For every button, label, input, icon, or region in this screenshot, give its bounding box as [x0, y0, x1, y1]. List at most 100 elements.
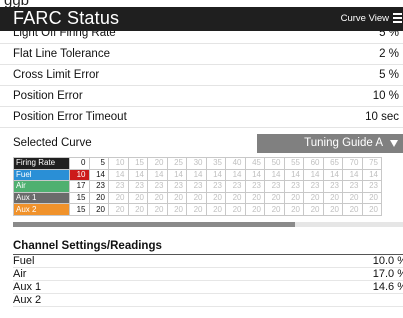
setting-label: Light Off Firing Rate: [13, 31, 116, 39]
setting-value: 5 %: [379, 69, 399, 81]
grid-cell[interactable]: 15: [69, 191, 90, 205]
grid-cell[interactable]: 20: [205, 203, 226, 216]
grid-cell[interactable]: 20: [303, 203, 324, 216]
grid-cell[interactable]: 23: [88, 180, 109, 193]
curve-grid-table: Firing Rate 0 5 10 15 20 25 30 35 40 45 50 55 60 65 70 7…: [13, 157, 382, 216]
grid-cell[interactable]: 17: [69, 180, 90, 193]
grid-cell[interactable]: 14: [342, 168, 363, 182]
grid-cell[interactable]: 20: [186, 191, 207, 205]
grid-cell[interactable]: 40: [225, 157, 246, 170]
grid-cell[interactable]: 23: [205, 180, 226, 193]
grid-cell[interactable]: 20: [342, 191, 363, 205]
grid-horizontal-scrollbar[interactable]: [13, 222, 403, 227]
grid-cell[interactable]: 20: [127, 203, 148, 216]
setting-row-light-off-firing-rate: Light Off Firing Rate 5 %: [0, 31, 403, 44]
grid-cell[interactable]: 23: [342, 180, 363, 193]
grid-cell[interactable]: 20: [244, 203, 265, 216]
grid-cell[interactable]: 14: [127, 168, 148, 182]
grid-cell[interactable]: 20: [88, 191, 109, 205]
grid-cell[interactable]: 70: [342, 157, 363, 170]
grid-cell[interactable]: 15: [69, 203, 90, 216]
scrollbar-thumb[interactable]: [13, 222, 295, 227]
grid-cell[interactable]: 23: [303, 180, 324, 193]
grid-cell[interactable]: 20: [303, 191, 324, 205]
grid-cell[interactable]: 23: [127, 180, 148, 193]
grid-cell[interactable]: 20: [186, 203, 207, 216]
grid-cell[interactable]: 20: [342, 203, 363, 216]
grid-cell[interactable]: 20: [225, 203, 246, 216]
grid-cell[interactable]: 14: [283, 168, 304, 182]
grid-cell[interactable]: 55: [283, 157, 304, 170]
grid-cell[interactable]: 20: [108, 203, 129, 216]
grid-cell[interactable]: 20: [322, 203, 343, 216]
grid-cell[interactable]: 20: [147, 191, 168, 205]
grid-cell[interactable]: 20: [264, 203, 285, 216]
grid-cell[interactable]: 14: [361, 168, 382, 182]
curve-view-button[interactable]: Curve View: [341, 13, 389, 24]
channel-settings-section: Channel Settings/Readings Fuel 10.0 % Ai…: [0, 240, 403, 307]
channel-row-fuel: Fuel 10.0 %: [13, 255, 403, 268]
grid-cell[interactable]: 23: [186, 180, 207, 193]
settings-list: Light Off Firing Rate 5 % Flat Line Tole…: [0, 31, 403, 128]
grid-cell[interactable]: 23: [264, 180, 285, 193]
grid-row-fuel: Fuel 10 14 14 14 14 14 14 14 14 14 14 14 14 14 14 14: [13, 168, 382, 182]
grid-cell[interactable]: 20: [264, 191, 285, 205]
grid-cell[interactable]: 23: [361, 180, 382, 193]
channel-row-aux-1: Aux 1 14.6 %: [13, 281, 403, 294]
grid-cell[interactable]: 14: [244, 168, 265, 182]
grid-cell[interactable]: 23: [244, 180, 265, 193]
grid-cell[interactable]: 14: [205, 168, 226, 182]
grid-cell[interactable]: 65: [322, 157, 343, 170]
grid-cell[interactable]: 20: [361, 191, 382, 205]
grid-cell[interactable]: 20: [225, 191, 246, 205]
curve-grid-scroll[interactable]: Firing Rate 0 5 10 15 20 25 30 35 40 45 50 55 60 65 70 7…: [13, 157, 403, 221]
grid-cell[interactable]: 20: [361, 203, 382, 216]
grid-cell[interactable]: 20: [147, 203, 168, 216]
grid-cell[interactable]: 14: [108, 168, 129, 182]
grid-cell[interactable]: 45: [244, 157, 265, 170]
grid-cell[interactable]: 14: [264, 168, 285, 182]
channel-value: 17.0 %: [372, 268, 403, 280]
grid-cell[interactable]: 23: [108, 180, 129, 193]
grid-cell[interactable]: 20: [108, 191, 129, 205]
grid-cell[interactable]: 30: [186, 157, 207, 170]
grid-cell[interactable]: 20: [166, 203, 187, 216]
grid-cell[interactable]: 20: [127, 191, 148, 205]
grid-cell[interactable]: 14: [186, 168, 207, 182]
grid-cell[interactable]: 20: [283, 191, 304, 205]
grid-cell[interactable]: 10: [69, 168, 90, 182]
grid-cell[interactable]: 20: [244, 191, 265, 205]
curve-select-dropdown[interactable]: Tuning Guide A: [257, 134, 403, 153]
grid-cell[interactable]: 0: [69, 157, 90, 170]
grid-cell[interactable]: 20: [322, 191, 343, 205]
grid-cell[interactable]: 10: [108, 157, 129, 170]
grid-cell[interactable]: 14: [166, 168, 187, 182]
grid-cell[interactable]: 23: [225, 180, 246, 193]
setting-value: 10 sec: [365, 111, 399, 123]
grid-cell[interactable]: 35: [205, 157, 226, 170]
grid-cell[interactable]: 20: [88, 203, 109, 216]
grid-cell[interactable]: 50: [264, 157, 285, 170]
grid-cell[interactable]: 20: [166, 191, 187, 205]
grid-cell[interactable]: 14: [303, 168, 324, 182]
grid-cell[interactable]: 14: [147, 168, 168, 182]
grid-cell[interactable]: 23: [322, 180, 343, 193]
grid-cell[interactable]: 14: [88, 168, 109, 182]
grid-cell[interactable]: 5: [88, 157, 109, 170]
grid-cell[interactable]: 23: [147, 180, 168, 193]
grid-cell[interactable]: 25: [166, 157, 187, 170]
grid-cell[interactable]: 14: [322, 168, 343, 182]
grid-cell[interactable]: 23: [283, 180, 304, 193]
setting-row-position-error-timeout: Position Error Timeout 10 sec: [0, 107, 403, 128]
grid-cell[interactable]: 60: [303, 157, 324, 170]
grid-cell[interactable]: 14: [225, 168, 246, 182]
channel-row-air: Air 17.0 %: [13, 268, 403, 281]
grid-cell[interactable]: 15: [127, 157, 148, 170]
hamburger-menu-icon[interactable]: [393, 13, 402, 24]
grid-cell[interactable]: 75: [361, 157, 382, 170]
grid-cell[interactable]: 20: [147, 157, 168, 170]
grid-cell[interactable]: 23: [166, 180, 187, 193]
grid-cell[interactable]: 20: [283, 203, 304, 216]
grid-cell[interactable]: 20: [205, 191, 226, 205]
channel-row-aux-2: Aux 2: [13, 294, 403, 307]
